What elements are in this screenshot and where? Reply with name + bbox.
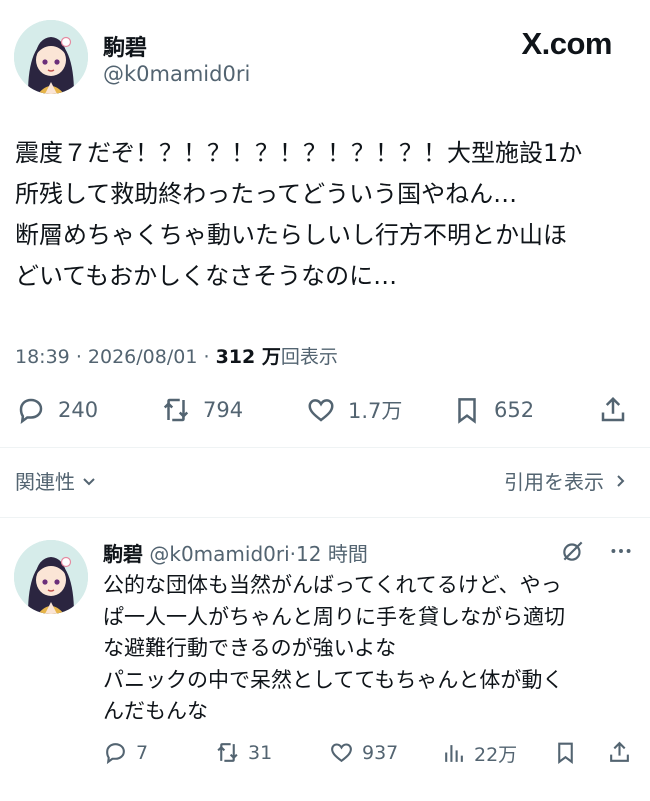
reply-header-icons [560,538,634,564]
bookmark-button[interactable]: 652 [452,395,534,425]
views-label: 回表示 [280,346,338,368]
retweet-button[interactable]: 794 [161,395,243,425]
reply-header: 駒碧 @k0mamid0ri·12 時間 [103,538,368,567]
reply-author-name[interactable]: 駒碧 [103,542,143,566]
reply-actions: 7 31 937 22万 [0,740,650,768]
meta-separator: · [75,346,88,368]
share-icon [610,741,629,762]
chevron-down-icon [83,477,95,485]
avatar-illustration [14,540,88,614]
reply-reply-count: 7 [136,741,149,764]
tweet-actions: 240 794 1.7万 652 [0,395,650,429]
tweet-text: 震度７だぞ！？！？！？！？！？！？！大型施設1か 所残して救助終わったってどうい… [15,139,583,290]
divider [0,517,650,518]
view-quotes-label: 引用を表示 [504,470,604,494]
reply-reply-button[interactable]: 7 [103,740,148,765]
bookmark-icon [558,742,573,764]
like-count: 1.7万 [348,399,403,423]
bookmark-icon [458,398,476,424]
reply-icon [19,398,43,425]
retweet-count: 794 [203,398,244,422]
chevron-right-icon [617,474,625,487]
view-quotes-link[interactable]: 引用を表示 [504,466,628,495]
reply-avatar[interactable] [14,540,88,614]
author-name[interactable]: 駒碧 [103,30,147,62]
bookmark-count: 652 [494,398,535,422]
reply-views-count: 22万 [474,744,518,766]
reply-time[interactable]: 12 時間 [296,542,368,566]
reply-share-button[interactable] [607,740,632,765]
retweet-icon [217,743,238,762]
tweet-meta: 18:39 · 2026/08/01 · 312 万回表示 [15,342,338,369]
like-icon [308,399,334,422]
meta-separator: · [203,346,216,368]
sort-label: 関連性 [15,470,75,494]
reply-retweet-button[interactable]: 31 [215,740,272,765]
views-icon [445,745,463,762]
tweet-time[interactable]: 18:39 [15,346,70,368]
retweet-icon [163,398,189,422]
more-icon[interactable] [608,538,634,564]
sort-relevance-dropdown[interactable]: 関連性 [15,466,97,495]
grok-icon[interactable] [560,538,586,564]
like-icon [331,743,352,763]
reply-icon [106,743,125,765]
tweet-date[interactable]: 2026/08/01 [88,346,198,368]
reply-bookmark-button[interactable] [553,740,578,765]
reply-button[interactable]: 240 [16,395,98,425]
avatar-illustration [14,20,88,94]
reply-retweet-count: 31 [248,741,273,764]
brand-logo: X.com [521,26,612,61]
like-button[interactable]: 1.7万 [306,395,402,425]
reply-like-count: 937 [362,741,399,764]
share-icon [601,396,625,422]
avatar[interactable] [14,20,88,94]
reply-count: 240 [58,398,99,422]
reply-views-button[interactable]: 22万 [441,740,517,767]
reply-author-handle[interactable]: @k0mamid0ri [149,542,289,566]
divider [0,447,650,448]
reply-like-button[interactable]: 937 [329,740,398,765]
reply-text: 公的な団体も当然がんばってくれてるけど、やっ ぱ一人一人がちゃんと周りに手を貸し… [103,573,565,723]
author-handle[interactable]: @k0mamid0ri [103,62,250,86]
views-count: 312 万 [215,346,281,368]
share-button[interactable] [598,395,628,425]
